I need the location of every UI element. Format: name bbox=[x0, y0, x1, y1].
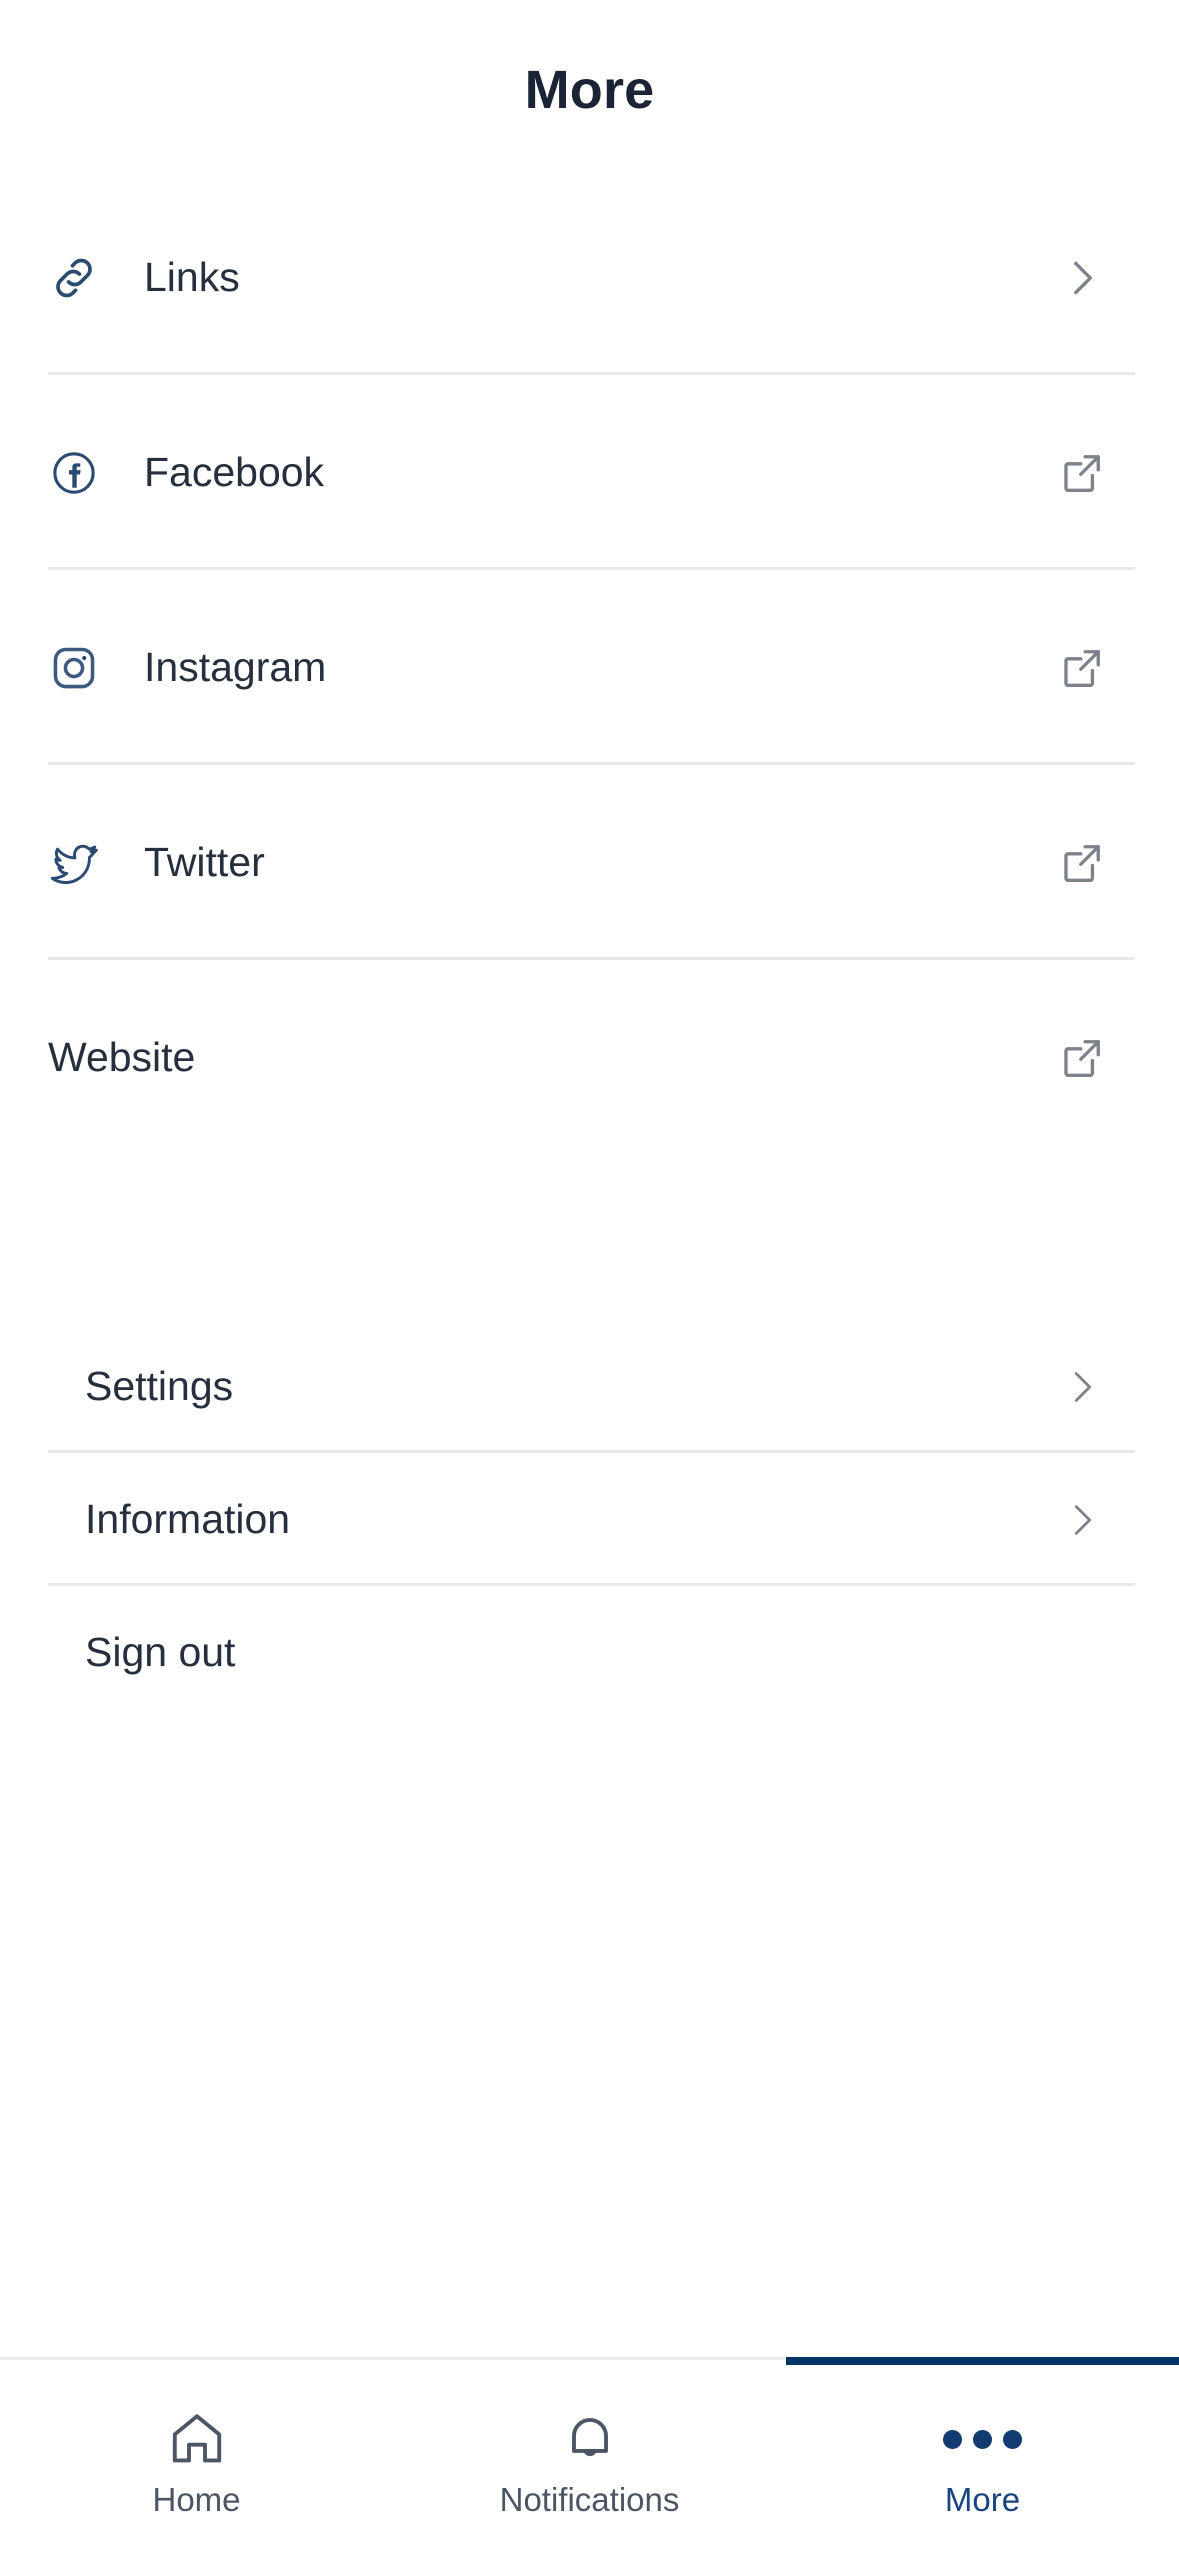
active-indicator bbox=[0, 2357, 393, 2365]
list-item-label: Sign out bbox=[85, 1628, 236, 1675]
instagram-icon bbox=[48, 642, 100, 694]
list-item-links[interactable]: Links bbox=[0, 180, 1179, 375]
list-item-website[interactable]: Website bbox=[0, 960, 1179, 1155]
list-item-label: Settings bbox=[85, 1362, 234, 1409]
list-item-label: Information bbox=[85, 1495, 291, 1542]
active-indicator bbox=[393, 2357, 786, 2365]
group-separator bbox=[0, 1155, 1179, 1320]
page-title: More bbox=[524, 60, 655, 120]
external-link-icon[interactable] bbox=[1055, 836, 1109, 890]
chevron-right-icon[interactable] bbox=[1055, 251, 1109, 305]
content-scroll-area: Links Facebook Instagram Twitter Website… bbox=[0, 180, 1179, 2357]
account-group: Settings Information Sign out bbox=[0, 1320, 1179, 1719]
nav-tab-label: Notifications bbox=[499, 2481, 680, 2518]
external-link-icon[interactable] bbox=[1055, 641, 1109, 695]
bell-icon bbox=[559, 2403, 621, 2475]
list-item-instagram[interactable]: Instagram bbox=[0, 570, 1179, 765]
link-chain-icon bbox=[48, 252, 100, 304]
home-icon bbox=[166, 2403, 228, 2475]
external-link-icon[interactable] bbox=[1055, 446, 1109, 500]
list-item-settings[interactable]: Settings bbox=[0, 1320, 1179, 1453]
screen-header: More bbox=[0, 0, 1179, 180]
bottom-navigation-bar: Home Notifications More bbox=[0, 2357, 1179, 2553]
nav-tab-home[interactable]: Home bbox=[0, 2360, 393, 2553]
list-item-sign-out[interactable]: Sign out bbox=[0, 1586, 1179, 1719]
nav-tab-notifications[interactable]: Notifications bbox=[393, 2360, 786, 2553]
three-dots-icon bbox=[943, 2403, 1022, 2475]
social-links-group: Links Facebook Instagram Twitter Website bbox=[0, 180, 1179, 1155]
nav-tab-label: More bbox=[944, 2481, 1021, 2518]
list-item-twitter[interactable]: Twitter bbox=[0, 765, 1179, 960]
more-screen: More Links Facebook Instagram Twitter We… bbox=[0, 0, 1179, 2553]
external-link-icon[interactable] bbox=[1055, 1031, 1109, 1085]
list-item-label: Facebook bbox=[144, 448, 325, 495]
facebook-icon bbox=[48, 447, 100, 499]
active-indicator bbox=[786, 2357, 1179, 2365]
list-item-information[interactable]: Information bbox=[0, 1453, 1179, 1586]
list-item-label: Website bbox=[48, 1033, 196, 1080]
twitter-bird-icon bbox=[48, 837, 100, 889]
nav-tab-label: Home bbox=[152, 2481, 241, 2518]
list-item-facebook[interactable]: Facebook bbox=[0, 375, 1179, 570]
list-item-label: Instagram bbox=[144, 643, 327, 690]
chevron-right-icon[interactable] bbox=[1055, 1493, 1109, 1547]
list-item-label: Links bbox=[144, 253, 240, 300]
nav-tab-more[interactable]: More bbox=[786, 2357, 1179, 2553]
list-item-label: Twitter bbox=[144, 838, 265, 885]
chevron-right-icon[interactable] bbox=[1055, 1360, 1109, 1414]
